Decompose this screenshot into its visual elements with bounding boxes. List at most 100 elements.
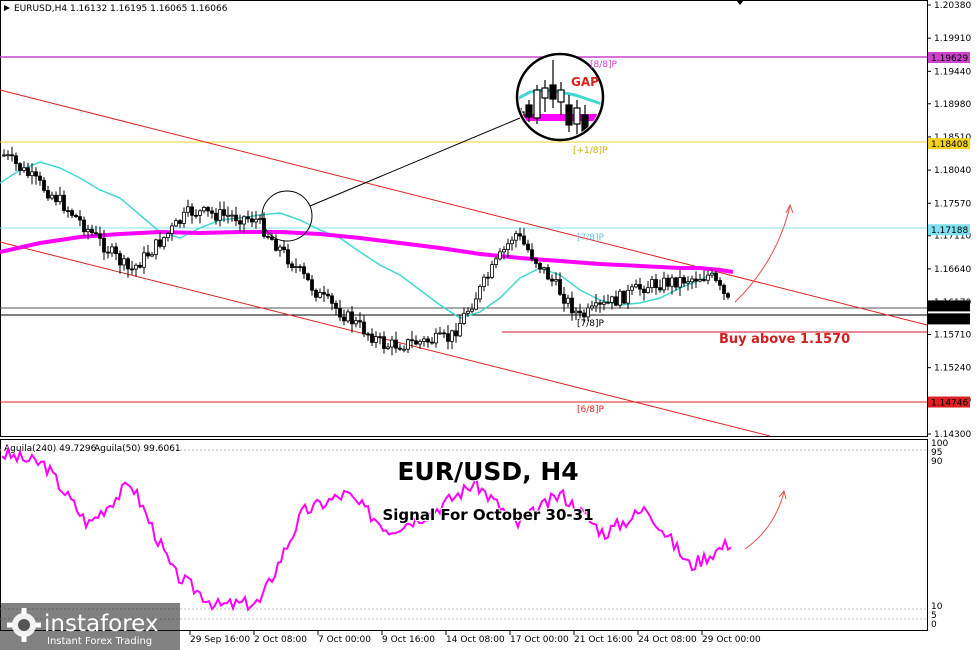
price-tick-label: 1.19910 [934,34,971,44]
candle-body [482,276,486,287]
candle-body [458,323,462,337]
candle-body [462,312,466,324]
candle-body [650,279,654,289]
candle-body [394,339,398,349]
candle-body [30,171,34,177]
candle-body [718,280,722,286]
candle-body [422,338,426,342]
candle-body [438,332,442,335]
candle-body [554,279,558,282]
chart-title: EUR/USD, H4 [397,457,578,486]
time-axis: 29 Sep 16:00 2 Oct 08:00 7 Oct 00:00 9 Oct … [189,631,761,645]
candle-body [638,284,642,290]
oscillator-line [1,445,732,612]
indicator-axis: 10095901050 [931,439,948,630]
price-highlight-label: 1.19629 [931,54,968,64]
candle-body [634,284,638,288]
candle-body [382,336,386,349]
price-chart: GAP [8/8]P [+1/8]P [7/8]P [7/8]P [6/8]P … [0,0,971,650]
time-tick-label: 29 Oct 00:00 [702,635,761,645]
candle-body [322,292,326,295]
candle-body [598,302,602,305]
time-tick-label: 29 Sep 16:00 [190,635,250,645]
candle-body [678,277,682,288]
candle-body [502,249,506,253]
candle-body [714,272,718,281]
candle-body [206,207,210,212]
candle-body [530,249,534,260]
candle-body [246,216,250,220]
candle-body [102,237,106,253]
candle-body [378,336,382,339]
candle-body [290,263,294,268]
indicator-tick-label: 90 [931,457,943,467]
candle-body [214,212,218,221]
price-tick-label: 1.19440 [934,67,971,77]
candle-body [374,336,378,343]
candle-body [66,210,70,212]
candle-body [430,341,434,344]
candle-body [82,219,86,233]
murrey-label-dark: [7/8]P [577,319,605,329]
candle-body [74,214,78,217]
murrey-label-cyan: [7/8]P [577,233,605,243]
price-tick-label: 1.18980 [934,100,971,110]
candle-body [682,277,686,284]
candle-body [494,258,498,266]
candle-body [22,167,26,171]
candle-body [142,252,146,268]
brand-tagline: Instant Forex Trading [47,636,152,647]
candle-body [418,341,422,345]
candle-body [622,290,626,304]
candle-body [78,216,82,221]
candle-body [674,277,678,288]
price-tick-label: 1.17570 [934,199,971,209]
candle-body [26,167,30,177]
candle-body [426,338,430,343]
candle-body [306,273,310,281]
candle-body [506,243,510,250]
candle-body [582,312,586,318]
gap-label: GAP [571,75,599,89]
candle-body [446,333,450,342]
candle-body [330,295,334,304]
candle-body [386,346,390,349]
candle-body [50,194,54,199]
candle-body [122,258,126,266]
candle-body [498,251,502,260]
candle-body [526,243,530,251]
candle-body [174,220,178,227]
price-tick-label: 1.15240 [934,364,971,374]
candle-body [618,290,622,306]
candle-body [538,263,542,270]
murrey-label-red: [6/8]P [577,405,605,415]
candle-body [406,339,410,350]
price-tick-label: 1.18040 [934,166,971,176]
candle-body [726,293,730,298]
time-tick-label: 21 Oct 16:00 [574,635,633,645]
candle-body [326,293,330,297]
candle-body [630,286,634,291]
candle-body [334,302,338,309]
candle-body [18,163,22,171]
candle-body [210,210,214,214]
candle-body [222,209,226,216]
candle-body [566,297,570,304]
candle-body [518,233,522,237]
candle-body [706,274,710,281]
candle-body [98,233,102,239]
candle-body [390,339,394,348]
forecast-arrow-indicator [744,489,787,550]
candle-body [574,310,578,314]
scroll-marker-icon [736,0,744,5]
time-tick-label: 17 Oct 00:00 [510,635,569,645]
candle-body [486,276,490,279]
candle-body [654,279,658,289]
symbol-triangle-icon [4,5,10,11]
instaforex-logo: instaforex Instant Forex Trading [0,603,180,650]
time-tick-label: 14 Oct 08:00 [446,635,505,645]
brand-name: instaforex [44,611,159,637]
candle-body [578,310,582,314]
candle-body [2,154,6,157]
candle-body [6,154,10,157]
